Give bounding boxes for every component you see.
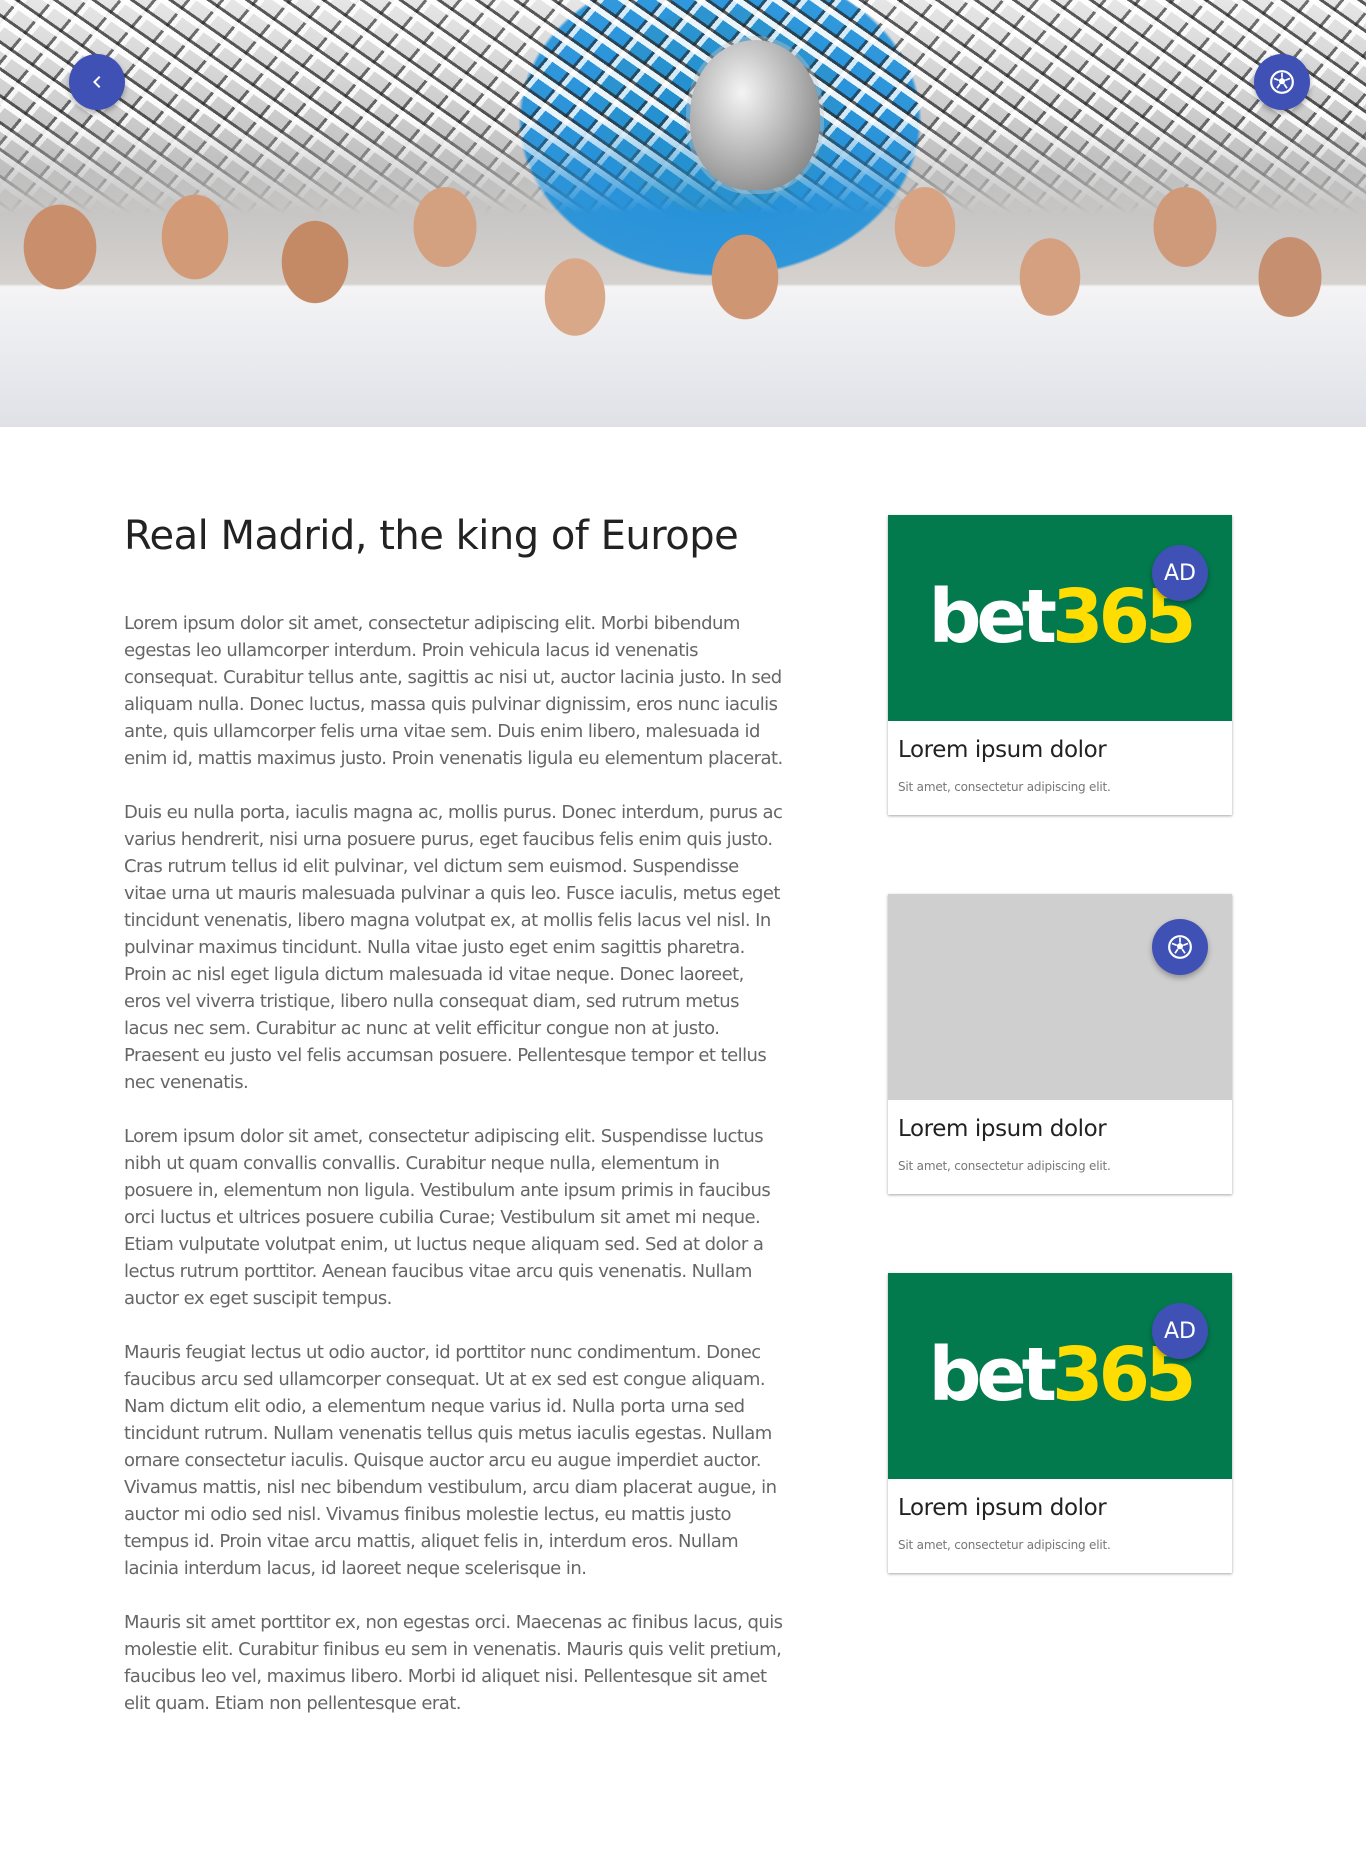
ad-badge: AD [1152, 545, 1208, 601]
card-image-placeholder [888, 894, 1232, 1100]
article-paragraph: Lorem ipsum dolor sit amet, consectetur … [124, 1126, 771, 1309]
ad-card[interactable]: bet365 AD Lorem ipsum dolor Sit amet, co… [888, 515, 1232, 815]
card-title: Lorem ipsum dolor [898, 737, 1107, 763]
article-paragraph: Duis eu nulla porta, iaculis magna ac, m… [124, 802, 783, 1093]
article-paragraph: Lorem ipsum dolor sit amet, consectetur … [124, 613, 783, 769]
card-subtitle: Sit amet, consectetur adipiscing elit. [898, 1159, 1111, 1173]
card-subtitle: Sit amet, consectetur adipiscing elit. [898, 1538, 1111, 1552]
card-subtitle: Sit amet, consectetur adipiscing elit. [898, 780, 1111, 794]
ad-banner[interactable]: bet365 AD [888, 1273, 1232, 1479]
news-card[interactable]: Lorem ipsum dolor Sit amet, consectetur … [888, 894, 1232, 1194]
article-paragraph: Mauris sit amet porttitor ex, non egesta… [124, 1612, 783, 1714]
soccer-ball-icon [1168, 935, 1192, 959]
ad-card[interactable]: bet365 AD Lorem ipsum dolor Sit amet, co… [888, 1273, 1232, 1573]
ad-banner[interactable]: bet365 AD [888, 515, 1232, 721]
card-title: Lorem ipsum dolor [898, 1495, 1107, 1521]
soccer-ball-icon [1270, 70, 1294, 94]
card-title: Lorem ipsum dolor [898, 1116, 1107, 1142]
article-paragraph: Mauris feugiat lectus ut odio auctor, id… [124, 1342, 777, 1579]
soccer-card-button[interactable] [1152, 919, 1208, 975]
article-title: Real Madrid, the king of Europe [124, 513, 739, 559]
hero-image [0, 0, 1366, 427]
article-body: Lorem ipsum dolor sit amet, consectetur … [124, 610, 784, 1717]
hero-crowd [0, 167, 1366, 427]
back-button[interactable] [69, 54, 125, 110]
soccer-action-button[interactable] [1254, 54, 1310, 110]
chevron-left-icon [93, 76, 101, 88]
ad-badge: AD [1152, 1303, 1208, 1359]
article: Real Madrid, the king of Europe Lorem ip… [124, 500, 784, 1744]
